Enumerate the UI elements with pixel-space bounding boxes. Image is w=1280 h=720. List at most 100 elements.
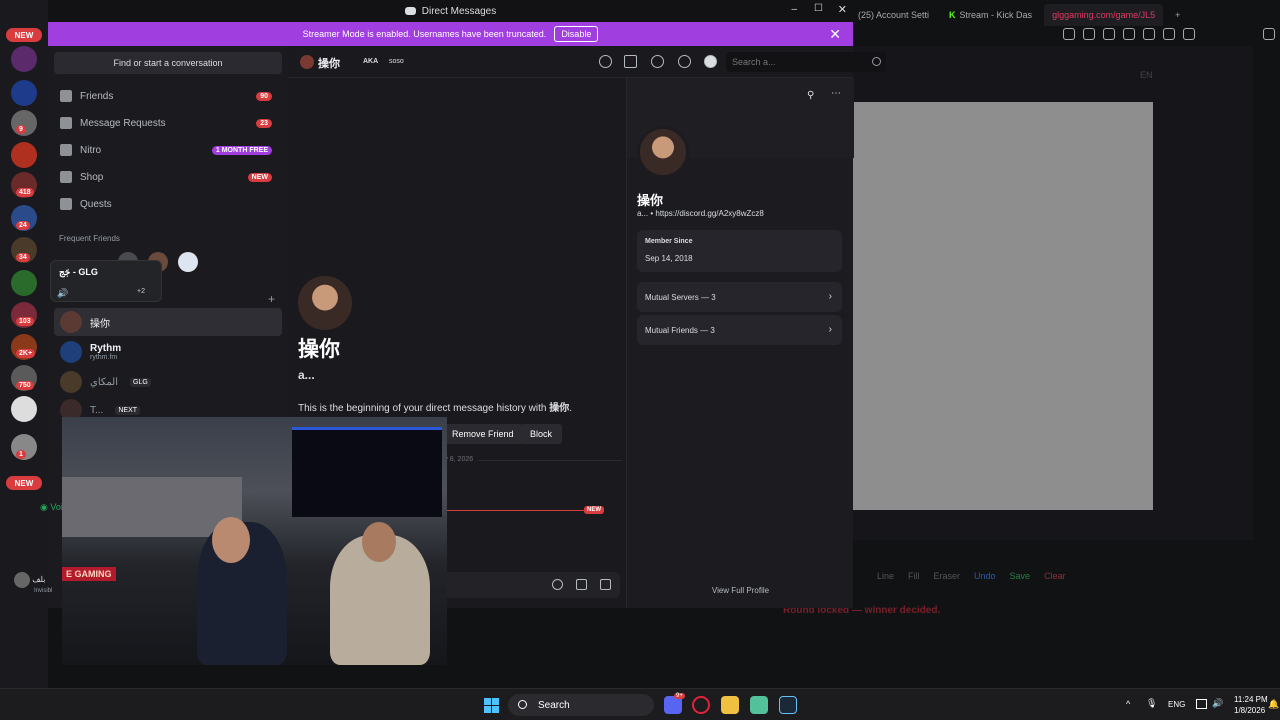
server-icon[interactable] — [11, 80, 37, 106]
new-badge-bottom[interactable]: NEW — [6, 476, 42, 490]
drawing-canvas[interactable] — [853, 102, 1153, 510]
line-tool-button[interactable]: Line — [877, 571, 894, 581]
microphone-icon[interactable]: 🎙 — [1146, 698, 1157, 709]
chevron-up-icon[interactable]: ^ — [1126, 699, 1130, 709]
save-button[interactable]: Save — [1010, 571, 1031, 581]
dm-item[interactable]: Rythm rythm.fm — [54, 338, 282, 366]
unread-badge: 34 — [16, 253, 30, 262]
block-button[interactable]: Block — [520, 424, 563, 444]
gift-icon[interactable] — [600, 579, 611, 590]
minimize-button[interactable]: – — [791, 4, 797, 15]
more-options-icon[interactable]: ⋯ — [831, 88, 841, 99]
new-badge-top[interactable]: NEW — [6, 28, 42, 42]
volume-icon[interactable]: 🔊 — [1212, 698, 1223, 709]
view-full-profile-link[interactable]: View Full Profile — [627, 586, 854, 595]
dm-item[interactable]: 操你 — [54, 308, 282, 336]
webcam-face — [362, 522, 396, 562]
server-icon[interactable] — [11, 396, 37, 422]
clock-date[interactable]: 1/8/2026 — [1234, 706, 1265, 715]
play-icon[interactable] — [1143, 28, 1155, 40]
webcam-sign: E GAMING — [62, 567, 116, 581]
add-friends-icon[interactable] — [678, 55, 691, 68]
undo-button[interactable]: Undo — [974, 571, 996, 581]
dm-item[interactable]: المكاي GLG — [54, 368, 282, 396]
history-intro: This is the beginning of your direct mes… — [298, 403, 573, 414]
member-since-date: Sep 14, 2018 — [645, 254, 693, 263]
frequent-friend-avatar[interactable] — [178, 252, 198, 272]
unread-badge: 24 — [16, 221, 30, 230]
webcam-face — [212, 517, 250, 563]
sidebar-item-friends[interactable]: Friends 90 — [54, 84, 282, 108]
user-avatar — [14, 572, 30, 588]
chat-title[interactable]: 操你 — [318, 55, 340, 71]
close-icon[interactable]: ✕ — [829, 26, 841, 43]
language-indicator[interactable]: ENG — [1168, 700, 1185, 709]
browser-tab-kick[interactable]: K Stream - Kick Das — [941, 4, 1040, 26]
maximize-button[interactable]: ☐ — [814, 3, 823, 14]
user-panel[interactable]: بلف Invisibl — [14, 572, 52, 594]
frequent-friends-label: Frequent Friends — [59, 234, 120, 243]
find-conversation-button[interactable]: Find or start a conversation — [54, 52, 282, 74]
create-dm-button[interactable]: + — [268, 292, 275, 306]
video-icon[interactable] — [624, 55, 637, 68]
screenshot-icon[interactable] — [1103, 28, 1115, 40]
monitor-icon[interactable] — [1196, 699, 1207, 709]
message-composer[interactable] — [442, 572, 620, 598]
steam-app-icon[interactable] — [779, 696, 797, 714]
unread-badge: 9 — [16, 125, 26, 134]
aka-label: AKA — [363, 58, 379, 65]
server-icon[interactable] — [11, 46, 37, 72]
friends-badge: 90 — [256, 91, 272, 101]
disable-streamer-mode-button[interactable]: Disable — [554, 26, 599, 42]
mutual-servers-button[interactable]: Mutual Servers — 3 › — [637, 282, 842, 312]
avatar[interactable] — [298, 276, 352, 330]
sidebar-item-nitro[interactable]: Nitro 1 MONTH FREE — [54, 138, 282, 162]
mutual-friends-button[interactable]: Mutual Friends — 3 › — [637, 315, 842, 345]
browser-tab-account[interactable]: (25) Account Setti — [850, 4, 937, 26]
opera-app-icon[interactable] — [692, 696, 710, 714]
discord-badge: 9+ — [674, 693, 685, 699]
fill-tool-button[interactable]: Fill — [908, 571, 920, 581]
menu-icon[interactable] — [1263, 28, 1275, 40]
discord-icon — [404, 7, 416, 15]
server-icon[interactable] — [11, 142, 37, 168]
zoom-icon[interactable] — [1063, 28, 1075, 40]
start-button[interactable] — [484, 698, 499, 713]
close-window-button[interactable]: ✕ — [838, 3, 847, 16]
search-input[interactable] — [726, 52, 886, 72]
sidebar-item-shop[interactable]: Shop NEW — [54, 165, 282, 189]
taskbar-search[interactable]: Search — [508, 694, 654, 716]
emoji-icon[interactable] — [552, 579, 563, 590]
profile-name: 操你 — [637, 193, 664, 208]
clock-time[interactable]: 11:24 PM — [1234, 695, 1268, 704]
new-tab-button[interactable]: + — [1167, 4, 1188, 26]
profile-subtitle[interactable]: a... • https://discord.gg/A2xy8wZcz8 — [637, 209, 764, 218]
avatar[interactable] — [637, 126, 689, 178]
phone-icon[interactable] — [599, 55, 612, 68]
new-messages-divider — [442, 510, 602, 511]
voice-channel-popup[interactable]: جَج - GLG 🔊 +2 — [50, 260, 162, 302]
bookmark-icon[interactable] — [1083, 28, 1095, 40]
notification-icon[interactable]: 🔔 — [1268, 699, 1279, 710]
chevron-right-icon: › — [828, 291, 832, 302]
app-icon[interactable] — [750, 696, 768, 714]
heart-icon[interactable] — [1163, 28, 1175, 40]
nitro-icon — [60, 144, 72, 156]
site-language[interactable]: EN — [1140, 70, 1153, 80]
eraser-tool-button[interactable]: Eraser — [934, 571, 961, 581]
puzzle-icon[interactable] — [1183, 28, 1195, 40]
requests-badge: 23 — [256, 118, 272, 128]
server-icon[interactable] — [11, 270, 37, 296]
extension-icon[interactable] — [1123, 28, 1135, 40]
add-friend-icon[interactable]: ⚲ — [807, 90, 814, 101]
remove-friend-button[interactable]: Remove Friend — [444, 424, 522, 444]
browser-tab-glg[interactable]: glggaming.com/game/JL5 — [1044, 4, 1164, 26]
apps-icon[interactable] — [576, 579, 587, 590]
profile-toggle-icon[interactable] — [704, 55, 717, 68]
title-bar: Direct Messages – ☐ ✕ — [48, 0, 853, 22]
sidebar-item-quests[interactable]: Quests — [54, 192, 282, 216]
pin-icon[interactable] — [651, 55, 664, 68]
sidebar-item-message-requests[interactable]: Message Requests 23 — [54, 111, 282, 135]
clear-button[interactable]: Clear — [1044, 571, 1066, 581]
file-explorer-icon[interactable] — [721, 696, 739, 714]
